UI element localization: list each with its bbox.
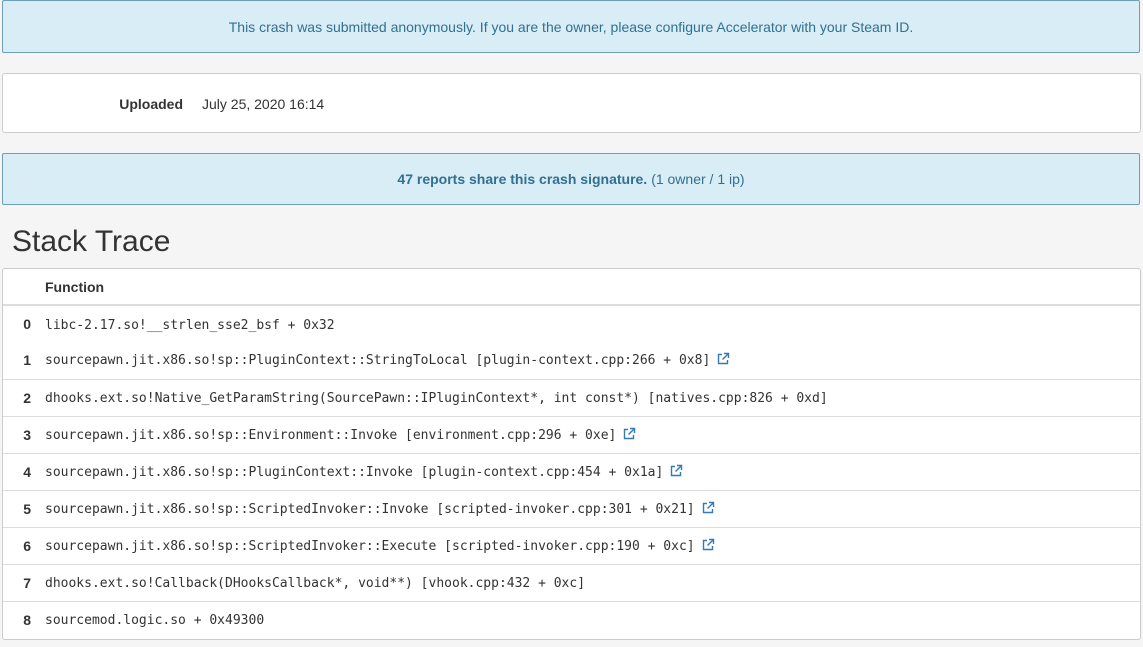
- frame-function: libc-2.17.so!__strlen_sse2_bsf + 0x32: [45, 317, 335, 333]
- frame-function-cell: sourcepawn.jit.x86.so!sp::PluginContext:…: [45, 452, 1140, 490]
- frame-function: sourcemod.logic.so + 0x49300: [45, 613, 265, 629]
- signature-notice: 47 reports share this crash signature. (…: [2, 153, 1140, 205]
- external-link-icon[interactable]: [701, 538, 715, 555]
- table-header-row: Function: [3, 269, 1140, 306]
- frame-index: 5: [3, 489, 45, 527]
- external-link-icon[interactable]: [622, 427, 636, 444]
- signature-detail: (1 owner / 1 ip): [651, 171, 745, 187]
- anonymous-notice: This crash was submitted anonymously. If…: [2, 0, 1140, 53]
- stack-trace-heading: Stack Trace: [12, 225, 171, 258]
- function-column-header: Function: [45, 269, 1140, 306]
- frame-function: dhooks.ext.so!Callback(DHooksCallback*, …: [45, 576, 586, 591]
- crash-details-panel: Uploaded July 25, 2020 16:14: [2, 73, 1141, 133]
- frame-index: 7: [3, 563, 45, 601]
- frame-function: sourcepawn.jit.x86.so!sp::PluginContext:…: [45, 464, 664, 480]
- stack-trace-table: Function 0 libc-2.17.so!__strlen_sse2_bsf…: [3, 269, 1140, 638]
- frame-index: 1: [23, 352, 31, 369]
- frame-function-cell: sourcepawn.jit.x86.so!sp::PluginContext:…: [45, 342, 1140, 379]
- frame-index: 3: [3, 415, 45, 453]
- frame-index: 4: [3, 452, 45, 490]
- frame-index: 6: [3, 526, 45, 564]
- table-row: 7 dhooks.ext.so!Callback(DHooksCallback*,…: [3, 563, 1140, 601]
- uploaded-row: Uploaded July 25, 2020 16:14: [3, 96, 1140, 114]
- frame-function: sourcepawn.jit.x86.so!sp::ScriptedInvoke…: [45, 501, 695, 517]
- external-link-icon[interactable]: [701, 501, 715, 518]
- frame-function-cell: sourcepawn.jit.x86.so!sp::ScriptedInvoke…: [45, 526, 1140, 564]
- frame-function: sourcepawn.jit.x86.so!sp::PluginContext:…: [45, 353, 711, 369]
- frame-function: sourcepawn.jit.x86.so!sp::Environment::I…: [45, 427, 617, 443]
- table-row: 3 sourcepawn.jit.x86.so!sp::Environment::…: [3, 415, 1140, 453]
- frame-function-cell: libc-2.17.so!__strlen_sse2_bsf + 0x32: [45, 304, 1140, 342]
- table-row: 0 libc-2.17.so!__strlen_sse2_bsf + 0x32: [3, 304, 1140, 342]
- index-column-header: [3, 269, 45, 306]
- frame-function-cell: sourcemod.logic.so + 0x49300: [45, 600, 1140, 638]
- frame-index: 2: [3, 378, 45, 416]
- table-row: 2 dhooks.ext.so!Native_GetParamString(Sou…: [3, 378, 1140, 416]
- frame-index: 0: [3, 304, 45, 342]
- frame-function-cell: sourcepawn.jit.x86.so!sp::Environment::I…: [45, 415, 1140, 453]
- table-row: 6 sourcepawn.jit.x86.so!sp::ScriptedInvok…: [3, 526, 1140, 564]
- frame-index: 8: [3, 600, 45, 638]
- external-link-icon[interactable]: [716, 352, 730, 369]
- table-row: 8 sourcemod.logic.so + 0x49300: [3, 600, 1140, 638]
- anonymous-notice-text: This crash was submitted anonymously. If…: [228, 18, 914, 35]
- frame-function-cell: sourcepawn.jit.x86.so!sp::ScriptedInvoke…: [45, 489, 1140, 527]
- table-row: 1 sourcepawn.jit.x86.so!sp::PluginContext…: [3, 342, 1140, 379]
- stack-trace-panel: Function 0 libc-2.17.so!__strlen_sse2_bsf…: [2, 268, 1141, 640]
- frame-function-cell: dhooks.ext.so!Callback(DHooksCallback*, …: [45, 563, 1140, 601]
- uploaded-value: July 25, 2020 16:14: [202, 96, 325, 112]
- table-row: 5 sourcepawn.jit.x86.so!sp::ScriptedInvok…: [3, 489, 1140, 527]
- external-link-icon[interactable]: [669, 464, 683, 481]
- frame-function: sourcepawn.jit.x86.so!sp::ScriptedInvoke…: [45, 538, 695, 554]
- frame-function: dhooks.ext.so!Native_GetParamString(Sour…: [45, 391, 828, 406]
- frame-function-cell: dhooks.ext.so!Native_GetParamString(Sour…: [45, 378, 1140, 416]
- table-row: 4 sourcepawn.jit.x86.so!sp::PluginContext…: [3, 452, 1140, 490]
- stack-trace-rows: 0 libc-2.17.so!__strlen_sse2_bsf + 0x32 1 s…: [3, 304, 1140, 638]
- signature-count: 47 reports share this crash signature.: [397, 171, 648, 187]
- uploaded-label: Uploaded: [119, 96, 183, 112]
